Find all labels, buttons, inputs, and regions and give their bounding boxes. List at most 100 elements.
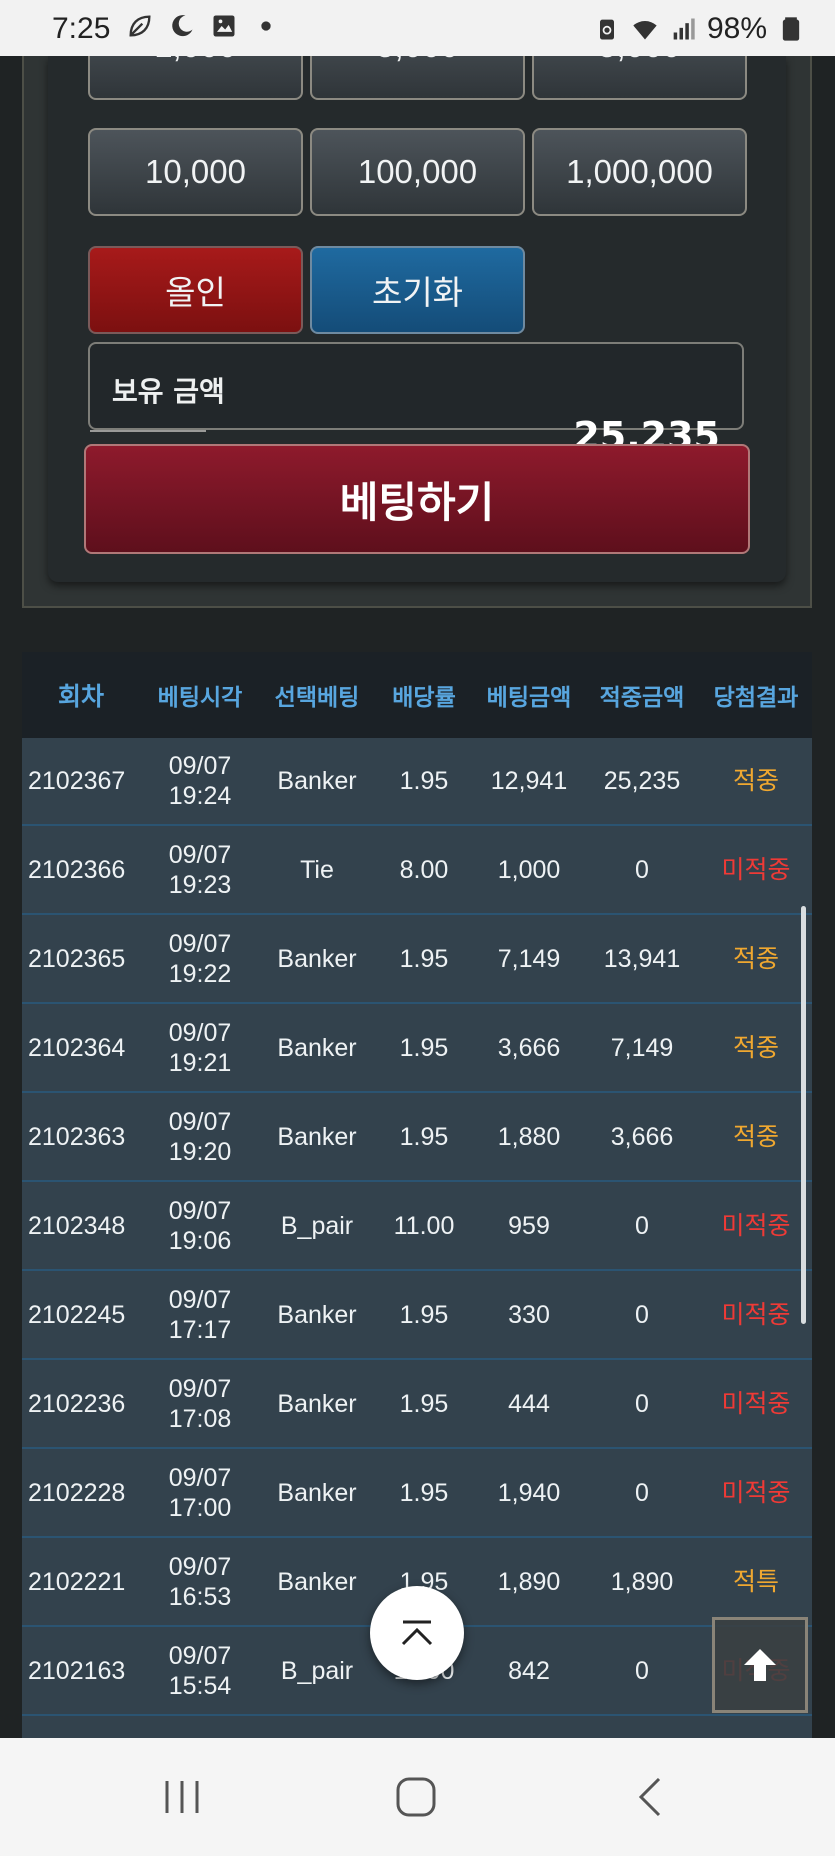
header-win-amount: 적중금액	[599, 685, 685, 711]
cell-time: 19:21	[168, 1049, 232, 1077]
cell-win-amount: 3,666	[610, 1123, 674, 1151]
cell-choice: B_pair	[280, 1212, 354, 1240]
cell-date: 09/07	[168, 841, 232, 869]
leaf-icon	[129, 15, 151, 37]
cell-bet-time: 09/07 19:20	[140, 1107, 260, 1167]
balance-label: 보유 금액	[112, 375, 225, 408]
table-row: 2102366 09/07 19:23 Tie 8.00 1,000 0 미적중	[22, 827, 812, 915]
cell-choice: Banker	[277, 1568, 357, 1596]
cell-choice: Tie	[300, 856, 334, 884]
cell-time: 19:22	[168, 960, 232, 988]
table-row: 2102348 09/07 19:06 B_pair 11.00 959 0 미적중	[22, 1183, 812, 1271]
cell-bet-time: 09/07 17:00	[140, 1463, 260, 1523]
cell-result: 적중	[732, 1034, 779, 1062]
cell-result: 미적중	[721, 856, 791, 884]
cell-date: 09/07	[168, 1464, 232, 1492]
home-icon	[396, 1777, 436, 1817]
table-row: 2102228 09/07 17:00 Banker 1.95 1,940 0 미적중	[22, 1450, 812, 1538]
cell-bet-amount: 444	[508, 1390, 550, 1418]
recent-apps-icon	[165, 1781, 199, 1813]
header-choice: 선택베팅	[274, 685, 360, 711]
cell-bet-amount: 1,890	[497, 1568, 561, 1596]
back-button[interactable]	[590, 1738, 710, 1856]
back-icon	[638, 1777, 661, 1817]
arrow-up-icon	[744, 1649, 776, 1681]
cell-odds: 1.95	[399, 1034, 449, 1062]
table-row: 09/07	[22, 1717, 812, 1738]
cell-choice: Banker	[277, 1390, 357, 1418]
cell-bet-amount: 1,880	[497, 1123, 561, 1151]
header-odds: 배당률	[392, 685, 456, 711]
all-in-button[interactable]: 올인	[88, 246, 303, 334]
cell-date: 09/07	[168, 1642, 232, 1670]
cell-time: 19:20	[168, 1138, 232, 1166]
table-row: 2102363 09/07 19:20 Banker 1.95 1,880 3,666 적중	[22, 1094, 812, 1182]
scroll-up-fab[interactable]	[370, 1586, 464, 1680]
cell-win-amount: 25,235	[603, 767, 681, 795]
cell-result: 적특	[732, 1568, 779, 1596]
cell-choice: B_pair	[280, 1657, 354, 1685]
table-row: 2102364 09/07 19:21 Banker 1.95 3,666 7,149 적중	[22, 1005, 812, 1093]
cell-date: 09/07	[168, 1553, 232, 1581]
status-left-icons-overlay	[126, 12, 280, 40]
cell-round: 2102363	[28, 1123, 126, 1151]
cell-time: 17:00	[168, 1494, 232, 1522]
cell-result: 미적중	[721, 1301, 791, 1329]
cell-bet-amount: 1,940	[497, 1479, 561, 1507]
cell-date: 09/07	[168, 752, 232, 780]
cell-choice: Banker	[277, 1479, 357, 1507]
cell-choice: Banker	[277, 945, 357, 973]
cell-bet-time: 09/07 19:24	[140, 751, 260, 811]
header-bet-amount: 베팅금액	[486, 685, 572, 711]
table-scrollbar[interactable]	[801, 906, 806, 1324]
cell-round: 2102236	[28, 1390, 126, 1418]
home-button[interactable]	[356, 1738, 476, 1856]
moon-icon	[172, 15, 193, 37]
cell-time: 15:54	[168, 1672, 232, 1700]
recent-apps-button[interactable]	[122, 1738, 242, 1856]
cell-bet-time: 09/07 16:53	[140, 1552, 260, 1612]
chip-button-100000[interactable]: 100,000	[310, 128, 525, 216]
header-result: 당첨결과	[713, 685, 799, 711]
cell-time: 19:23	[168, 871, 232, 899]
reset-button[interactable]: 초기화	[310, 246, 525, 334]
cell-bet-time: 09/07 17:17	[140, 1285, 260, 1345]
cell-round: 2102221	[28, 1568, 126, 1596]
cell-odds: 1.95	[399, 767, 449, 795]
status-right-icons-overlay: 98%	[593, 12, 805, 46]
cell-odds: 1.95	[399, 1479, 449, 1507]
table-row: 2102236 09/07 17:08 Banker 1.95 444 0 미적중	[22, 1361, 812, 1449]
cell-bet-amount: 1,000	[497, 856, 561, 884]
cell-date: 09/07	[168, 1375, 232, 1403]
dot-icon	[261, 21, 271, 31]
status-overlay: 7:25 98%	[0, 0, 835, 56]
cell-round: 2102163	[28, 1657, 126, 1685]
status-time-overlay: 7:25	[52, 12, 111, 45]
cell-bet-time: 09/07 19:23	[140, 840, 260, 900]
cell-result: 미적중	[721, 1390, 791, 1418]
cell-win-amount: 0	[635, 1390, 649, 1418]
cell-odds: 11.00	[393, 1212, 455, 1240]
cell-odds: 1.95	[399, 1301, 449, 1329]
back-to-top-button[interactable]	[712, 1617, 808, 1713]
cell-round: 2102245	[28, 1301, 126, 1329]
cell-round: 2102367	[28, 767, 126, 795]
bet-history-table[interactable]: 회차 베팅시각 선택베팅 배당률 베팅금액 적중금액 당첨결과 2102367 0…	[22, 652, 812, 1738]
cell-date: 09/07	[168, 1108, 232, 1136]
cell-choice: Banker	[277, 1123, 357, 1151]
cell-bet-time: 09/07 15:54	[140, 1641, 260, 1701]
battery-icon	[782, 17, 800, 41]
cell-bet-amount: 959	[508, 1212, 550, 1240]
cell-time: 19:24	[168, 782, 232, 810]
place-bet-button[interactable]: 베팅하기	[84, 444, 750, 554]
cell-time: 16:53	[168, 1583, 232, 1611]
cell-bet-amount: 330	[508, 1301, 550, 1329]
cell-choice: Banker	[277, 767, 357, 795]
cell-bet-time: 09/07 17:08	[140, 1374, 260, 1434]
chip-button-1000000[interactable]: 1,000,000	[532, 128, 747, 216]
chevron-up-icon	[401, 1620, 433, 1646]
cell-bet-amount: 7,149	[497, 945, 561, 973]
balance-box: 보유 금액 25,235	[88, 342, 744, 458]
header-round: 회차	[57, 682, 104, 711]
chip-button-10000[interactable]: 10,000	[88, 128, 303, 216]
